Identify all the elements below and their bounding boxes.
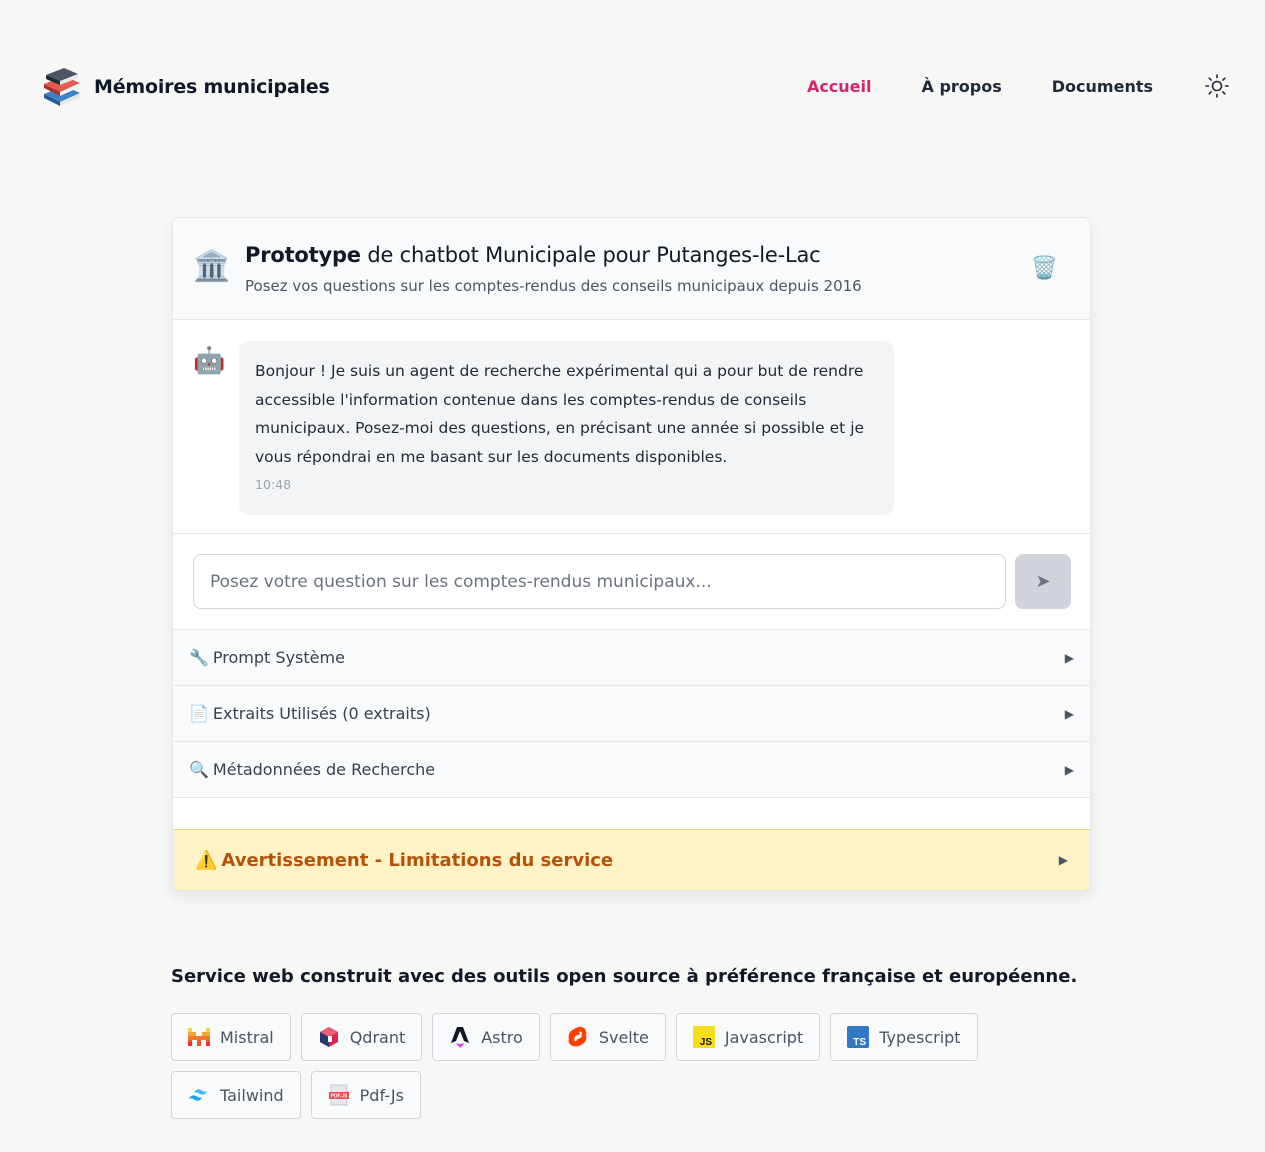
section-prompt-systeme[interactable]: 🔧 Prompt Système ▶ — [173, 630, 1090, 686]
section-extraits-label: 📄 Extraits Utilisés (0 extraits) — [189, 704, 431, 723]
brand-name: Mémoires municipales — [94, 76, 330, 98]
send-button[interactable]: ➤ — [1015, 554, 1071, 609]
tool-tailwind[interactable]: Tailwind — [171, 1071, 301, 1119]
svg-text:PDF.JS: PDF.JS — [330, 1094, 348, 1100]
tool-astro-label: Astro — [481, 1027, 523, 1047]
chat-header: 🏛️ Prototype de chatbot Municipale pour … — [173, 218, 1090, 320]
caret-right-icon: ▶ — [1058, 853, 1068, 867]
document-icon: 📄 — [189, 704, 209, 723]
caret-right-icon: ▶ — [1064, 650, 1074, 665]
section-metadonnees[interactable]: 🔍 Métadonnées de Recherche ▶ — [173, 742, 1090, 798]
tool-tailwind-label: Tailwind — [220, 1085, 284, 1105]
tool-qdrant-label: Qdrant — [349, 1027, 406, 1047]
warning-text: Avertissement - Limitations du service — [221, 849, 614, 871]
section-prompt-text: Prompt Système — [212, 648, 345, 667]
city-hall-icon: 🏛️ — [193, 249, 231, 284]
bot-message-bubble: Bonjour ! Je suis un agent de recherche … — [239, 341, 894, 515]
tool-pdfjs[interactable]: PDF.JS Pdf-Js — [310, 1071, 421, 1119]
svg-text:JS: JS — [700, 1037, 713, 1048]
chat-card: 🏛️ Prototype de chatbot Municipale pour … — [172, 217, 1091, 891]
section-extraits-utilises[interactable]: 📄 Extraits Utilisés (0 extraits) ▶ — [173, 686, 1090, 742]
nav-accueil[interactable]: Accueil — [807, 77, 872, 96]
brand-link[interactable]: Mémoires municipales — [40, 66, 330, 108]
tool-javascript[interactable]: JS Javascript — [675, 1013, 821, 1061]
pdfjs-icon: PDF.JS — [328, 1084, 350, 1106]
message-timestamp: 10:48 — [255, 477, 292, 492]
tool-mistral-label: Mistral — [220, 1027, 274, 1047]
section-metadonnees-text: Métadonnées de Recherche — [212, 760, 436, 779]
tool-badges: Mistral Qdrant Astro Svelte JS Javascrip… — [171, 1013, 1001, 1119]
spacer — [173, 798, 1090, 828]
tool-astro[interactable]: Astro — [432, 1013, 540, 1061]
section-metadonnees-label: 🔍 Métadonnées de Recherche — [189, 760, 435, 779]
tool-javascript-label: Javascript — [724, 1027, 804, 1047]
warning-limitations-toggle[interactable]: ⚠️ Avertissement - Limitations du service… — [173, 829, 1090, 890]
chat-title-bold: Prototype — [245, 243, 361, 267]
tool-typescript[interactable]: TS Typescript — [830, 1013, 978, 1061]
section-extraits-text: Extraits Utilisés (0 extraits) — [212, 704, 431, 723]
sun-icon — [1205, 74, 1229, 98]
astro-icon — [449, 1026, 471, 1048]
theme-toggle-button[interactable] — [1203, 72, 1231, 100]
site-header: Mémoires municipales Accueil À propos Do… — [0, 0, 1265, 175]
chat-subtitle: Posez vos questions sur les comptes-rend… — [245, 277, 862, 295]
nav-a-propos[interactable]: À propos — [922, 77, 1002, 96]
tool-svelte[interactable]: Svelte — [549, 1013, 666, 1061]
mistral-icon — [188, 1026, 210, 1048]
footer-title: Service web construit avec des outils op… — [171, 966, 1078, 987]
tool-svelte-label: Svelte — [598, 1027, 649, 1047]
tool-typescript-label: Typescript — [879, 1027, 961, 1047]
magnifier-icon: 🔍 — [189, 760, 209, 779]
books-logo-icon — [40, 66, 84, 108]
send-arrow-icon: ➤ — [1035, 571, 1051, 591]
javascript-icon: JS — [692, 1026, 715, 1048]
chat-title-rest: de chatbot Municipale pour Putanges-le-L… — [360, 243, 821, 267]
clear-chat-trash-icon[interactable]: 🗑️ — [1031, 256, 1058, 281]
warning-icon: ⚠️ — [195, 849, 218, 871]
robot-avatar-icon: 🤖 — [193, 346, 226, 376]
chat-title: Prototype de chatbot Municipale pour Put… — [245, 243, 821, 267]
tool-pdfjs-label: Pdf-Js — [359, 1085, 404, 1105]
question-input-row: ➤ — [173, 534, 1090, 630]
wrench-icon: 🔧 — [189, 648, 209, 667]
message-text: Bonjour ! Je suis un agent de recherche … — [255, 362, 865, 466]
messages-area: 🤖 Bonjour ! Je suis un agent de recherch… — [173, 320, 1090, 534]
question-input[interactable] — [193, 554, 1006, 609]
nav-documents[interactable]: Documents — [1052, 77, 1153, 96]
svelte-icon — [567, 1026, 589, 1048]
typescript-icon: TS — [847, 1026, 870, 1048]
svg-text:TS: TS — [853, 1037, 866, 1048]
caret-right-icon: ▶ — [1064, 762, 1074, 777]
tool-mistral[interactable]: Mistral — [171, 1013, 291, 1061]
main-nav: Accueil À propos Documents — [807, 72, 1231, 100]
section-prompt-label: 🔧 Prompt Système — [189, 648, 345, 667]
qdrant-icon — [318, 1026, 340, 1048]
tool-qdrant[interactable]: Qdrant — [300, 1013, 423, 1061]
caret-right-icon: ▶ — [1064, 706, 1074, 721]
tailwind-icon — [188, 1084, 210, 1106]
warning-label: ⚠️ Avertissement - Limitations du service — [195, 850, 613, 871]
